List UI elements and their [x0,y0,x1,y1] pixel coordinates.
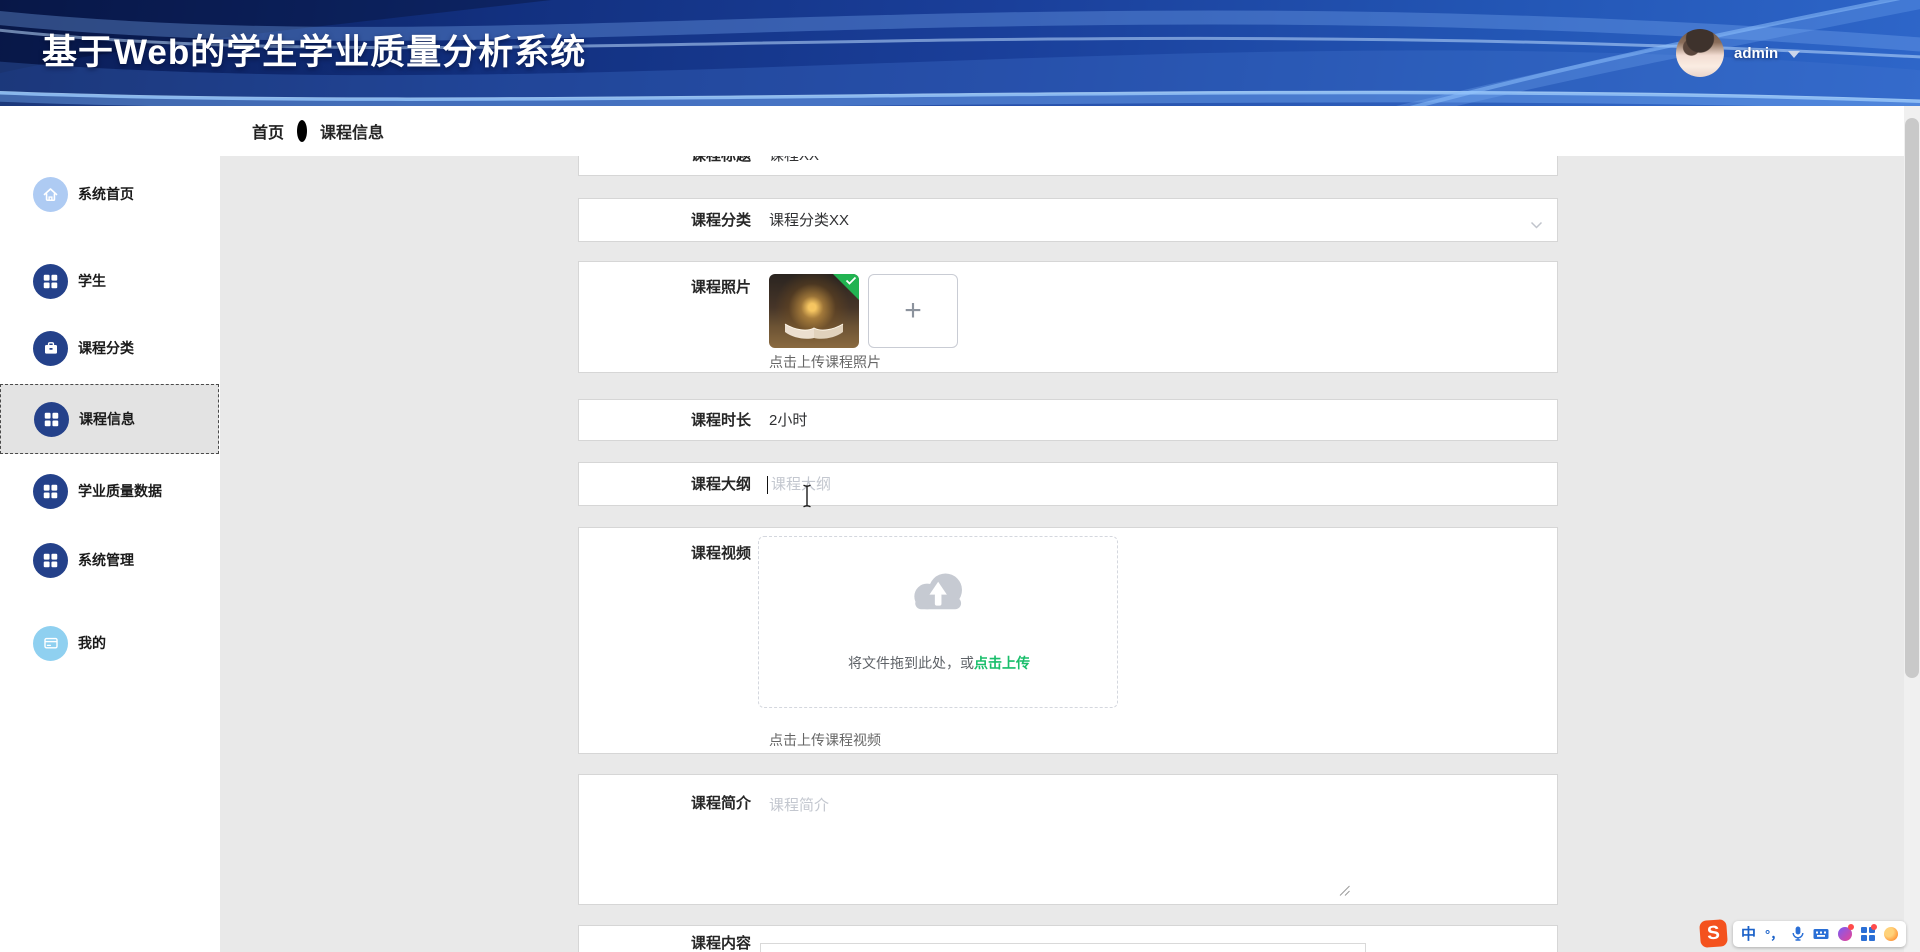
emoji-icon[interactable] [1884,926,1899,941]
microphone-icon[interactable] [1792,926,1804,941]
breadcrumb-bar: 首页 课程信息 [0,106,1904,156]
sidebar-item-system-home[interactable]: 系统首页 [0,159,219,229]
course-category-row: 课程分类 课程分类XX [578,198,1558,242]
sidebar-item-course-category[interactable]: 课程分类 [0,313,219,383]
text-caret [767,476,768,494]
ibeam-cursor [801,483,813,514]
user-menu[interactable]: admin [1676,28,1801,78]
course-video-label: 课程视频 [690,545,751,562]
sidebar-item-course-info[interactable]: 课程信息 [0,384,219,454]
sidebar-item-label: 课程分类 [78,340,134,356]
ime-panel: 中 °， [1733,920,1907,947]
course-category-label: 课程分类 [690,212,751,229]
grid-icon [33,542,68,578]
skin-icon[interactable] [1838,923,1855,941]
home-icon [33,176,68,212]
grid-icon [33,263,68,299]
ime-mode-chinese[interactable]: 中 [1741,923,1756,944]
vertical-scrollbar-track[interactable] [1904,106,1920,952]
ime-toolbar: S 中 °， [1699,919,1907,948]
course-photo-thumbnail[interactable] [769,274,859,348]
course-video-row: 课程视频 将文件拖到此处，或点击上传 点击上传课程视频 [578,527,1558,754]
briefcase-icon [33,330,68,366]
course-content-editor[interactable] [760,943,1366,952]
breadcrumb-home-link[interactable]: 首页 [252,119,284,143]
user-name: admin [1734,44,1779,62]
chevron-down-icon [1788,50,1801,58]
page-title: 基于Web的学生学业质量分析系统 [42,33,587,72]
course-photo-label: 课程照片 [690,279,751,296]
user-avatar[interactable] [1676,29,1724,77]
dropzone-text: 将文件拖到此处，或点击上传 [759,653,1119,673]
course-content-label: 课程内容 [690,935,751,952]
sidebar-item-label: 学生 [78,273,106,289]
chevron-down-icon [1530,217,1543,235]
course-title-input[interactable]: 课程XX [769,156,819,177]
course-outline-label: 课程大纲 [690,476,751,493]
sidebar-item-label: 课程信息 [79,411,135,427]
sidebar-item-system-manage[interactable]: 系统管理 [0,525,219,595]
sogou-logo[interactable]: S [1699,919,1728,948]
course-content-row: 课程内容 [578,925,1558,952]
grid-icon [33,473,68,509]
plus-icon: + [904,294,922,327]
video-dropzone[interactable]: 将文件拖到此处，或点击上传 [758,536,1118,708]
breadcrumb-separator-icon [297,120,308,142]
video-upload-hint: 点击上传课程视频 [769,732,881,748]
course-category-select[interactable]: 课程分类XX [769,199,849,243]
course-duration-row: 课程时长 2小时 [578,399,1558,441]
card-icon [33,625,68,661]
course-outline-row: 课程大纲 课程大纲 [578,462,1558,508]
sidebar-item-label: 系统首页 [78,186,134,202]
course-photo-row: 课程照片 + 点击上传课程照片 [578,261,1558,373]
photo-upload-hint: 点击上传课程照片 [769,354,881,370]
sidebar: 系统首页 学生 课程分类 课程信息 学业质量数据 系统管理 我的 [0,156,220,952]
drop-text: 将文件拖到此处，或 [848,655,974,671]
breadcrumb-current: 课程信息 [320,125,385,142]
keyboard-icon[interactable] [1813,928,1829,940]
click-upload-link[interactable]: 点击上传 [974,655,1030,671]
sidebar-item-label: 我的 [78,635,106,651]
app-header: 基于Web的学生学业质量分析系统 admin [0,0,1920,106]
course-intro-row: 课程简介 课程简介 [578,774,1558,905]
sidebar-item-students[interactable]: 学生 [0,246,219,316]
toolbox-grid-icon[interactable] [1861,923,1878,941]
breadcrumb: 首页 课程信息 [252,106,384,156]
vertical-scrollbar-thumb[interactable] [1905,118,1919,678]
sidebar-item-label: 系统管理 [78,552,134,568]
grid-icon [34,401,69,437]
course-duration-label: 课程时长 [690,412,751,429]
sidebar-item-label: 学业质量数据 [78,483,162,499]
course-duration-input[interactable]: 2小时 [769,400,807,442]
course-intro-textarea[interactable]: 课程简介 [769,794,829,815]
course-title-row: 课程标题 课程XX [578,156,1558,176]
sidebar-item-mine[interactable]: 我的 [0,608,219,678]
app-window: 基于Web的学生学业质量分析系统 admin 首页 课程信息 系统首页 学生 课… [0,0,1920,952]
add-photo-button[interactable]: + [868,274,958,348]
ime-punctuation-toggle[interactable]: °， [1765,924,1783,943]
course-form: 课程标题 课程XX 课程分类 课程分类XX 课程照片 [220,156,1904,952]
upload-cloud-icon [907,565,973,620]
course-title-label: 课程标题 [579,156,751,177]
textarea-resize-handle[interactable] [1337,883,1351,902]
course-intro-label: 课程简介 [690,795,751,812]
check-icon [845,276,857,285]
open-book-graphic [784,323,844,339]
sidebar-item-quality-data[interactable]: 学业质量数据 [0,456,219,526]
